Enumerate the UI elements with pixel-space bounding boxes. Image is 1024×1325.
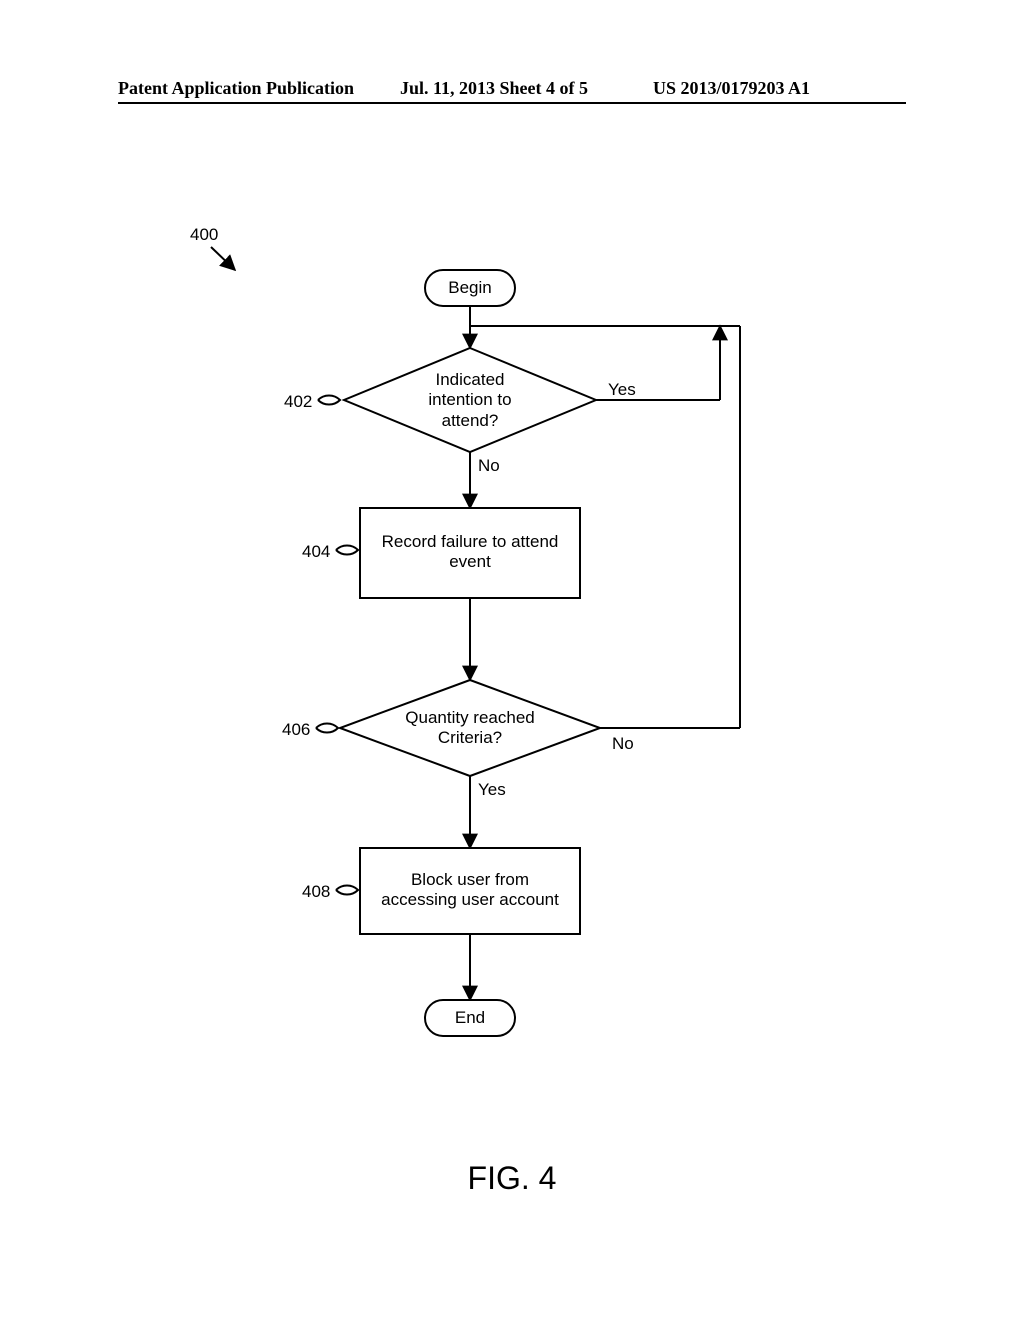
decision-406-label: Quantity reached Criteria? <box>360 708 580 749</box>
edge-402-no: No <box>478 456 500 476</box>
ref-400-arrow <box>211 247 235 270</box>
process-408-label: Block user from accessing user account <box>360 870 580 911</box>
edge-406-no: No <box>612 734 634 754</box>
ref-400: 400 <box>190 225 218 245</box>
ref-404: 404 <box>302 542 330 562</box>
figure-caption: FIG. 4 <box>0 1160 1024 1197</box>
flowchart-svg <box>0 0 1024 1320</box>
page: Patent Application Publication Jul. 11, … <box>0 0 1024 1320</box>
end-label: End <box>425 1008 515 1028</box>
ref-406-tick <box>316 724 338 733</box>
ref-402-tick <box>318 396 340 405</box>
process-404-label: Record failure to attend event <box>360 532 580 573</box>
edge-402-yes: Yes <box>608 380 636 400</box>
decision-402-label: Indicated intention to attend? <box>380 370 560 431</box>
ref-408-tick <box>336 886 358 895</box>
ref-408: 408 <box>302 882 330 902</box>
ref-404-tick <box>336 546 358 555</box>
ref-402: 402 <box>284 392 312 412</box>
edge-406-yes: Yes <box>478 780 506 800</box>
flowchart-diagram: Begin Indicated intention to attend? Rec… <box>0 0 1024 1320</box>
begin-label: Begin <box>425 278 515 298</box>
ref-406: 406 <box>282 720 310 740</box>
